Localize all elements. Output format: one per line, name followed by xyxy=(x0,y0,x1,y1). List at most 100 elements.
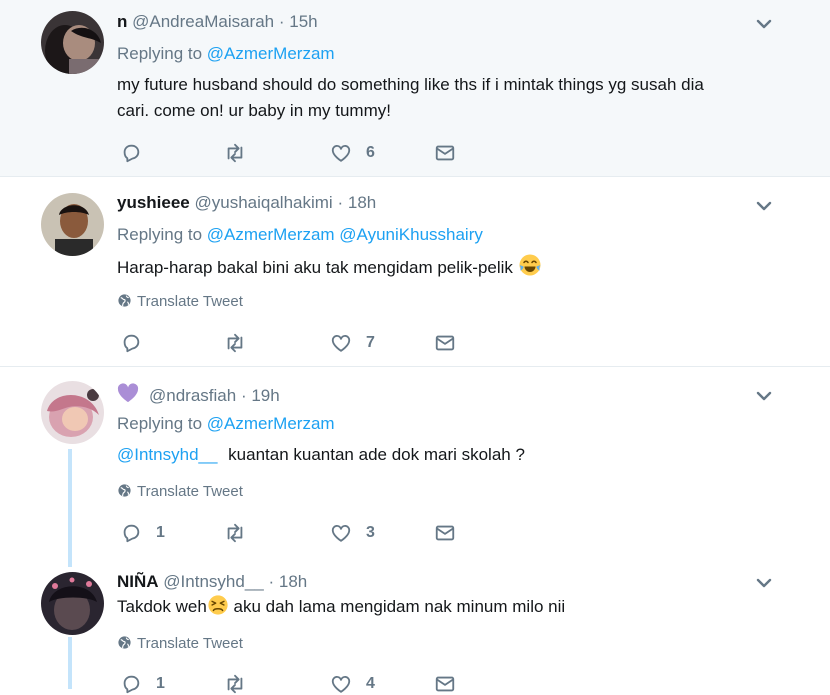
retweet-button[interactable] xyxy=(222,522,248,544)
envelope-icon xyxy=(434,522,456,544)
chevron-down-icon[interactable] xyxy=(754,14,774,34)
tweet-1[interactable]: n @AndreaMaisarah · 15h Replying to @Azm… xyxy=(0,0,830,177)
envelope-icon xyxy=(434,332,456,354)
translate-tweet-link[interactable]: Translate Tweet xyxy=(117,635,243,652)
username[interactable]: @AndreaMaisarah xyxy=(132,12,274,31)
tweet-text: @Intnsyhd__ kuantan kuantan ade dok mari… xyxy=(117,442,777,468)
mention-link[interactable]: @AzmerMerzam xyxy=(207,225,335,244)
heart-icon xyxy=(330,673,352,695)
like-button[interactable]: 7 xyxy=(330,332,375,354)
retweet-button[interactable] xyxy=(222,332,248,354)
tweet-2[interactable]: yushieee @yushaiqalhakimi · 18h Replying… xyxy=(0,177,830,367)
display-name[interactable]: n xyxy=(117,12,127,31)
heart-icon xyxy=(330,522,352,544)
chevron-down-icon[interactable] xyxy=(754,196,774,216)
translate-tweet-link[interactable]: Translate Tweet xyxy=(117,483,243,500)
timestamp[interactable]: 15h xyxy=(289,12,317,31)
like-count: 6 xyxy=(366,144,375,161)
separator-dot: · xyxy=(240,386,247,405)
envelope-icon xyxy=(434,142,456,164)
chevron-down-icon[interactable] xyxy=(754,386,774,406)
like-button[interactable]: 3 xyxy=(330,522,375,544)
mention-link[interactable]: @Intnsyhd__ xyxy=(117,445,217,464)
chevron-down-icon[interactable] xyxy=(754,573,774,593)
retweet-icon xyxy=(222,332,248,354)
tweet-text-body: kuantan kuantan ade dok mari skolah ? xyxy=(228,445,525,464)
persevering-face-emoji xyxy=(207,594,229,624)
username[interactable]: @Intnsyhd__ xyxy=(163,572,263,591)
globe-icon xyxy=(117,483,132,498)
tweet-4[interactable]: NIÑA @Intnsyhd__ · 18h Takdok weh aku da… xyxy=(0,567,830,689)
tweet-3[interactable]: @ndrasfiah · 19h Replying to @AzmerMerza… xyxy=(0,367,830,567)
reply-button[interactable]: 1 xyxy=(120,673,165,695)
translate-label: Translate Tweet xyxy=(137,293,243,310)
timestamp[interactable]: 18h xyxy=(348,193,376,212)
tweet-text: my future husband should do something li… xyxy=(117,72,777,124)
direct-message-button[interactable] xyxy=(434,332,456,354)
mention-link[interactable]: @AyuniKhusshairy xyxy=(339,225,483,244)
replying-label: Replying to xyxy=(117,414,203,433)
avatar[interactable] xyxy=(41,11,104,74)
replying-label: Replying to xyxy=(117,225,203,244)
envelope-icon xyxy=(434,673,456,695)
globe-icon xyxy=(117,635,132,650)
translate-tweet-link[interactable]: Translate Tweet xyxy=(117,293,243,310)
avatar[interactable] xyxy=(41,572,104,635)
reply-count: 1 xyxy=(156,524,165,541)
retweet-button[interactable] xyxy=(222,673,248,695)
reply-icon xyxy=(120,142,142,164)
reply-icon xyxy=(120,332,142,354)
like-button[interactable]: 6 xyxy=(330,142,375,164)
timestamp[interactable]: 19h xyxy=(251,386,279,405)
avatar[interactable] xyxy=(41,381,104,444)
tweet-text: Harap-harap bakal bini aku tak mengidam … xyxy=(117,253,777,285)
replying-to: Replying to @AzmerMerzam xyxy=(117,44,335,64)
reply-button[interactable]: 1 xyxy=(120,522,165,544)
like-count: 7 xyxy=(366,334,375,351)
direct-message-button[interactable] xyxy=(434,142,456,164)
username[interactable]: @yushaiqalhakimi xyxy=(195,193,333,212)
separator-dot: · xyxy=(337,193,344,212)
tweet-header: NIÑA @Intnsyhd__ · 18h xyxy=(117,572,307,592)
tweet-text-body: Harap-harap bakal bini aku tak mengidam … xyxy=(117,258,513,277)
tweet-text-body: aku dah lama mengidam nak minum milo nii xyxy=(228,597,566,616)
separator-dot: · xyxy=(268,572,275,591)
tweet-text-line: my future husband should do something li… xyxy=(117,75,704,94)
tears-of-joy-emoji xyxy=(518,253,542,285)
direct-message-button[interactable] xyxy=(434,673,456,695)
reply-icon xyxy=(120,522,142,544)
purple-heart-emoji xyxy=(117,383,139,408)
reply-count: 1 xyxy=(156,675,165,692)
replying-label: Replying to xyxy=(117,44,203,63)
retweet-icon xyxy=(222,142,248,164)
tweet-header: n @AndreaMaisarah · 15h xyxy=(117,12,318,32)
tweet-header: yushieee @yushaiqalhakimi · 18h xyxy=(117,193,376,213)
timestamp[interactable]: 18h xyxy=(279,572,307,591)
mention-link[interactable]: @AzmerMerzam xyxy=(207,44,335,63)
tweet-text-body: Takdok weh xyxy=(117,597,207,616)
heart-icon xyxy=(330,332,352,354)
globe-icon xyxy=(117,293,132,308)
reply-icon xyxy=(120,673,142,695)
display-name[interactable]: NIÑA xyxy=(117,572,159,591)
direct-message-button[interactable] xyxy=(434,522,456,544)
like-count: 4 xyxy=(366,675,375,692)
translate-label: Translate Tweet xyxy=(137,483,243,500)
tweet-text: Takdok weh aku dah lama mengidam nak min… xyxy=(117,594,777,624)
like-button[interactable]: 4 xyxy=(330,673,375,695)
mention-link[interactable]: @AzmerMerzam xyxy=(207,414,335,433)
retweet-icon xyxy=(222,522,248,544)
reply-button[interactable] xyxy=(120,332,142,354)
translate-label: Translate Tweet xyxy=(137,635,243,652)
retweet-icon xyxy=(222,673,248,695)
username[interactable]: @ndrasfiah xyxy=(149,386,236,405)
retweet-button[interactable] xyxy=(222,142,248,164)
tweet-header: @ndrasfiah · 19h xyxy=(117,383,280,408)
like-count: 3 xyxy=(366,524,375,541)
display-name[interactable]: yushieee xyxy=(117,193,190,212)
avatar[interactable] xyxy=(41,193,104,256)
separator-dot: · xyxy=(278,12,285,31)
reply-button[interactable] xyxy=(120,142,142,164)
replying-to: Replying to @AzmerMerzam xyxy=(117,414,335,434)
replying-to: Replying to @AzmerMerzam @AyuniKhusshair… xyxy=(117,225,483,245)
